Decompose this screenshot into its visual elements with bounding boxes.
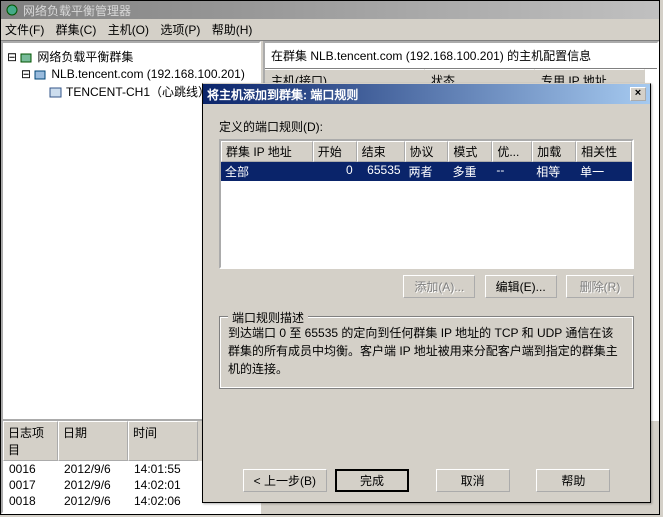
- menu-help[interactable]: 帮助(H): [212, 23, 253, 37]
- back-button[interactable]: < 上一步(B): [243, 469, 327, 492]
- cluster-icon: [34, 69, 48, 81]
- close-button[interactable]: ×: [630, 87, 646, 101]
- hdr-load[interactable]: 加载: [532, 141, 576, 162]
- logcol-item[interactable]: 日志项目: [3, 421, 58, 461]
- cell-end: 65535: [357, 162, 405, 181]
- port-rules-dialog: 将主机添加到群集: 端口规则 × 定义的端口规则(D): 群集 IP 地址 开始…: [202, 83, 651, 503]
- menu-host[interactable]: 主机(O): [108, 23, 149, 37]
- menu-file[interactable]: 文件(F): [5, 23, 44, 37]
- group-title: 端口规则描述: [228, 309, 308, 326]
- rules-header: 群集 IP 地址 开始 结束 协议 模式 优... 加载 相关性: [221, 141, 632, 162]
- rules-label: 定义的端口规则(D):: [219, 118, 634, 135]
- add-button: 添加(A)...: [403, 275, 475, 298]
- hdr-start[interactable]: 开始: [313, 141, 357, 162]
- help-button[interactable]: 帮助: [536, 469, 610, 492]
- cluster-group-icon: [20, 52, 34, 64]
- cell-mode: 多重: [448, 162, 492, 181]
- right-heading: 在群集 NLB.tencent.com (192.168.100.201) 的主…: [265, 43, 657, 68]
- cancel-button[interactable]: 取消: [436, 469, 510, 492]
- tree-root[interactable]: ⊟ 网络负载平衡群集: [7, 47, 255, 66]
- cell-load: 相等: [532, 162, 576, 181]
- cell-pri: --: [492, 162, 532, 181]
- main-title: 网络负载平衡管理器: [23, 2, 131, 19]
- logcol-time[interactable]: 时间: [128, 421, 198, 461]
- hdr-ip[interactable]: 群集 IP 地址: [221, 141, 313, 162]
- hdr-end[interactable]: 结束: [357, 141, 405, 162]
- cell-ip: 全部: [221, 162, 313, 181]
- tree-cluster[interactable]: ⊟ NLB.tencent.com (192.168.100.201): [7, 66, 255, 82]
- remove-button: 删除(R): [566, 275, 634, 298]
- rule-description: 到达端口 0 至 65535 的定向到任何群集 IP 地址的 TCP 和 UDP…: [228, 324, 625, 378]
- logcol-date[interactable]: 日期: [58, 421, 128, 461]
- log-row[interactable]: 00192012/9/614:05:24: [3, 509, 259, 514]
- rules-listbox[interactable]: 群集 IP 地址 开始 结束 协议 模式 优... 加载 相关性 全部 0 65…: [219, 139, 634, 269]
- dialog-title: 将主机添加到群集: 端口规则: [207, 88, 358, 102]
- hdr-mode[interactable]: 模式: [448, 141, 492, 162]
- hdr-proto[interactable]: 协议: [405, 141, 449, 162]
- cell-start: 0: [313, 162, 357, 181]
- dialog-titlebar: 将主机添加到群集: 端口规则 ×: [203, 84, 650, 104]
- edit-button[interactable]: 编辑(E)...: [485, 275, 557, 298]
- menubar: 文件(F) 群集(C) 主机(O) 选项(P) 帮助(H): [1, 19, 659, 41]
- rule-row-selected[interactable]: 全部 0 65535 两者 多重 -- 相等 单一: [221, 162, 632, 181]
- wizard-buttons: < 上一步(B) 完成 取消 帮助: [203, 469, 650, 492]
- host-icon: [49, 87, 63, 99]
- menu-options[interactable]: 选项(P): [160, 23, 200, 37]
- app-icon: [5, 3, 19, 17]
- menu-cluster[interactable]: 群集(C): [56, 23, 97, 37]
- hdr-pri[interactable]: 优...: [492, 141, 532, 162]
- cell-proto: 两者: [405, 162, 449, 181]
- main-titlebar: 网络负载平衡管理器: [1, 1, 659, 19]
- description-group: 端口规则描述 到达端口 0 至 65535 的定向到任何群集 IP 地址的 TC…: [219, 316, 634, 389]
- finish-button[interactable]: 完成: [335, 469, 409, 492]
- hdr-aff[interactable]: 相关性: [576, 141, 632, 162]
- cell-aff: 单一: [576, 162, 632, 181]
